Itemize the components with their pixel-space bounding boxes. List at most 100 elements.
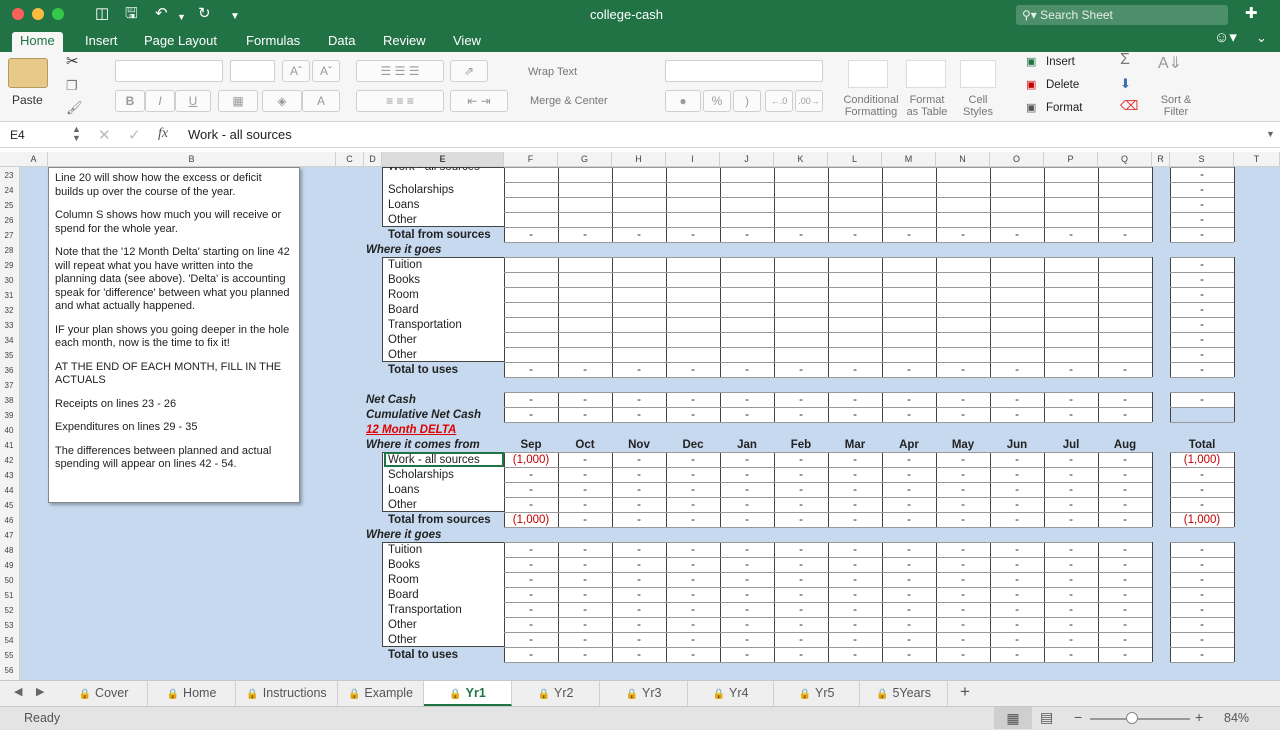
month-header[interactable]: Oct — [558, 438, 612, 453]
cell-value[interactable]: - — [558, 618, 612, 633]
use-label[interactable]: Other — [388, 348, 502, 363]
month-header[interactable]: Dec — [666, 438, 720, 453]
cell-value[interactable]: - — [612, 453, 666, 468]
source-label[interactable]: Work - all sources — [388, 453, 502, 468]
cell-total[interactable]: (1,000) — [1170, 513, 1234, 528]
sheet-tab-yr1[interactable]: 🔒 Yr1 — [424, 681, 512, 706]
vertical-align-icon[interactable]: ☰ ☰ ☰ — [356, 60, 444, 82]
column-header-e[interactable]: E — [382, 152, 504, 166]
cell-value[interactable]: - — [936, 393, 990, 408]
zoom-in-icon[interactable]: + — [1195, 709, 1203, 725]
italic-button[interactable]: I — [145, 90, 175, 112]
cell-total[interactable]: - — [1170, 258, 1234, 273]
cell-total[interactable]: - — [1170, 303, 1234, 318]
cell-value[interactable]: - — [1098, 648, 1152, 663]
total-sources-label[interactable]: Total from sources — [388, 513, 502, 528]
cell-value[interactable]: - — [666, 648, 720, 663]
cell-value[interactable]: - — [504, 408, 558, 423]
row-header[interactable]: 24 — [0, 186, 18, 195]
cell-value[interactable]: - — [936, 468, 990, 483]
cell-value[interactable]: - — [504, 228, 558, 243]
cell-value[interactable]: - — [882, 363, 936, 378]
sheet-tab-example[interactable]: 🔒 Example — [338, 681, 424, 706]
tab-page-layout[interactable]: Page Layout — [136, 33, 225, 52]
cell-value[interactable]: - — [828, 588, 882, 603]
use-label[interactable]: Transportation — [388, 318, 502, 333]
name-box[interactable]: E4 — [10, 128, 25, 142]
cell-value[interactable]: - — [1044, 543, 1098, 558]
row-header[interactable]: 52 — [0, 606, 18, 615]
source-label[interactable]: Loans — [388, 483, 502, 498]
font-name-select[interactable] — [115, 60, 223, 82]
collapse-ribbon-icon[interactable]: ⌄ — [1248, 30, 1275, 49]
cell-value[interactable]: - — [1044, 588, 1098, 603]
cell-value[interactable]: - — [990, 558, 1044, 573]
cell-value[interactable]: - — [990, 618, 1044, 633]
source-label[interactable]: Scholarships — [388, 183, 502, 198]
cell-value[interactable]: - — [720, 648, 774, 663]
cell-value[interactable]: - — [720, 408, 774, 423]
redo-icon[interactable]: ↻ — [198, 6, 211, 22]
delete-cells-icon[interactable]: ▣ — [1026, 79, 1036, 91]
cell-value[interactable]: - — [774, 633, 828, 648]
cell-value[interactable]: - — [1098, 603, 1152, 618]
undo-icon[interactable]: ↶ — [155, 6, 168, 22]
cell-value[interactable]: - — [612, 633, 666, 648]
cell-value[interactable]: - — [504, 543, 558, 558]
cell-value[interactable]: - — [1044, 468, 1098, 483]
cell-value[interactable]: - — [774, 468, 828, 483]
cell-value[interactable]: - — [990, 228, 1044, 243]
section-title[interactable]: Where it goes — [366, 243, 496, 258]
cell-value[interactable]: - — [504, 498, 558, 513]
cell-value[interactable]: - — [936, 573, 990, 588]
cell-value[interactable]: - — [1098, 363, 1152, 378]
increase-font-icon[interactable]: Aˆ — [282, 60, 310, 82]
use-label[interactable]: Transportation — [388, 603, 502, 618]
cell-value[interactable]: - — [720, 573, 774, 588]
cell-value[interactable]: - — [720, 483, 774, 498]
sheet-tab-yr2[interactable]: 🔒 Yr2 — [512, 681, 600, 706]
month-header[interactable]: Feb — [774, 438, 828, 453]
tab-home[interactable]: Home — [12, 32, 63, 52]
cell-value[interactable]: - — [666, 558, 720, 573]
cell-value[interactable]: - — [666, 513, 720, 528]
month-header[interactable]: Sep — [504, 438, 558, 453]
cell-total[interactable]: - — [1170, 213, 1234, 228]
cell-value[interactable]: - — [990, 453, 1044, 468]
cell-value[interactable]: - — [612, 603, 666, 618]
cell-value[interactable]: - — [612, 588, 666, 603]
format-painter-icon[interactable]: 🖌 — [66, 101, 83, 114]
cell-total[interactable]: - — [1170, 648, 1234, 663]
zoom-slider-thumb[interactable] — [1126, 712, 1138, 724]
cell-value[interactable]: - — [666, 468, 720, 483]
cell-value[interactable]: - — [1044, 648, 1098, 663]
cell-value[interactable]: (1,000) — [504, 513, 558, 528]
indent-icon[interactable]: ⇤ ⇥ — [450, 90, 508, 112]
tab-view[interactable]: View — [445, 33, 489, 52]
use-label[interactable]: Room — [388, 573, 502, 588]
row-header[interactable]: 28 — [0, 246, 18, 255]
cell-total[interactable]: - — [1170, 573, 1234, 588]
autosum-icon[interactable]: Σ — [1120, 52, 1130, 68]
prev-sheet-icon[interactable]: ◀ — [14, 685, 22, 698]
cell-value[interactable]: - — [990, 483, 1044, 498]
column-header-h[interactable]: H — [612, 152, 666, 166]
cell-value[interactable]: - — [1044, 618, 1098, 633]
cell-value[interactable]: - — [558, 573, 612, 588]
cell-value[interactable]: - — [558, 363, 612, 378]
cell-value[interactable]: - — [504, 393, 558, 408]
cell-value[interactable]: - — [774, 648, 828, 663]
month-header[interactable]: Jul — [1044, 438, 1098, 453]
fill-color-icon[interactable]: ◈ — [262, 90, 302, 112]
cell-value[interactable]: - — [882, 468, 936, 483]
cell-value[interactable]: - — [612, 408, 666, 423]
column-header-m[interactable]: M — [882, 152, 936, 166]
cell-value[interactable]: - — [504, 618, 558, 633]
cell-value[interactable]: - — [936, 498, 990, 513]
cell-value[interactable]: - — [774, 618, 828, 633]
cell-total[interactable]: - — [1170, 333, 1234, 348]
cell-value[interactable]: - — [774, 558, 828, 573]
section-title[interactable]: Where it goes — [366, 528, 496, 543]
cell-total[interactable]: - — [1170, 498, 1234, 513]
cell-total[interactable]: (1,000) — [1170, 453, 1234, 468]
